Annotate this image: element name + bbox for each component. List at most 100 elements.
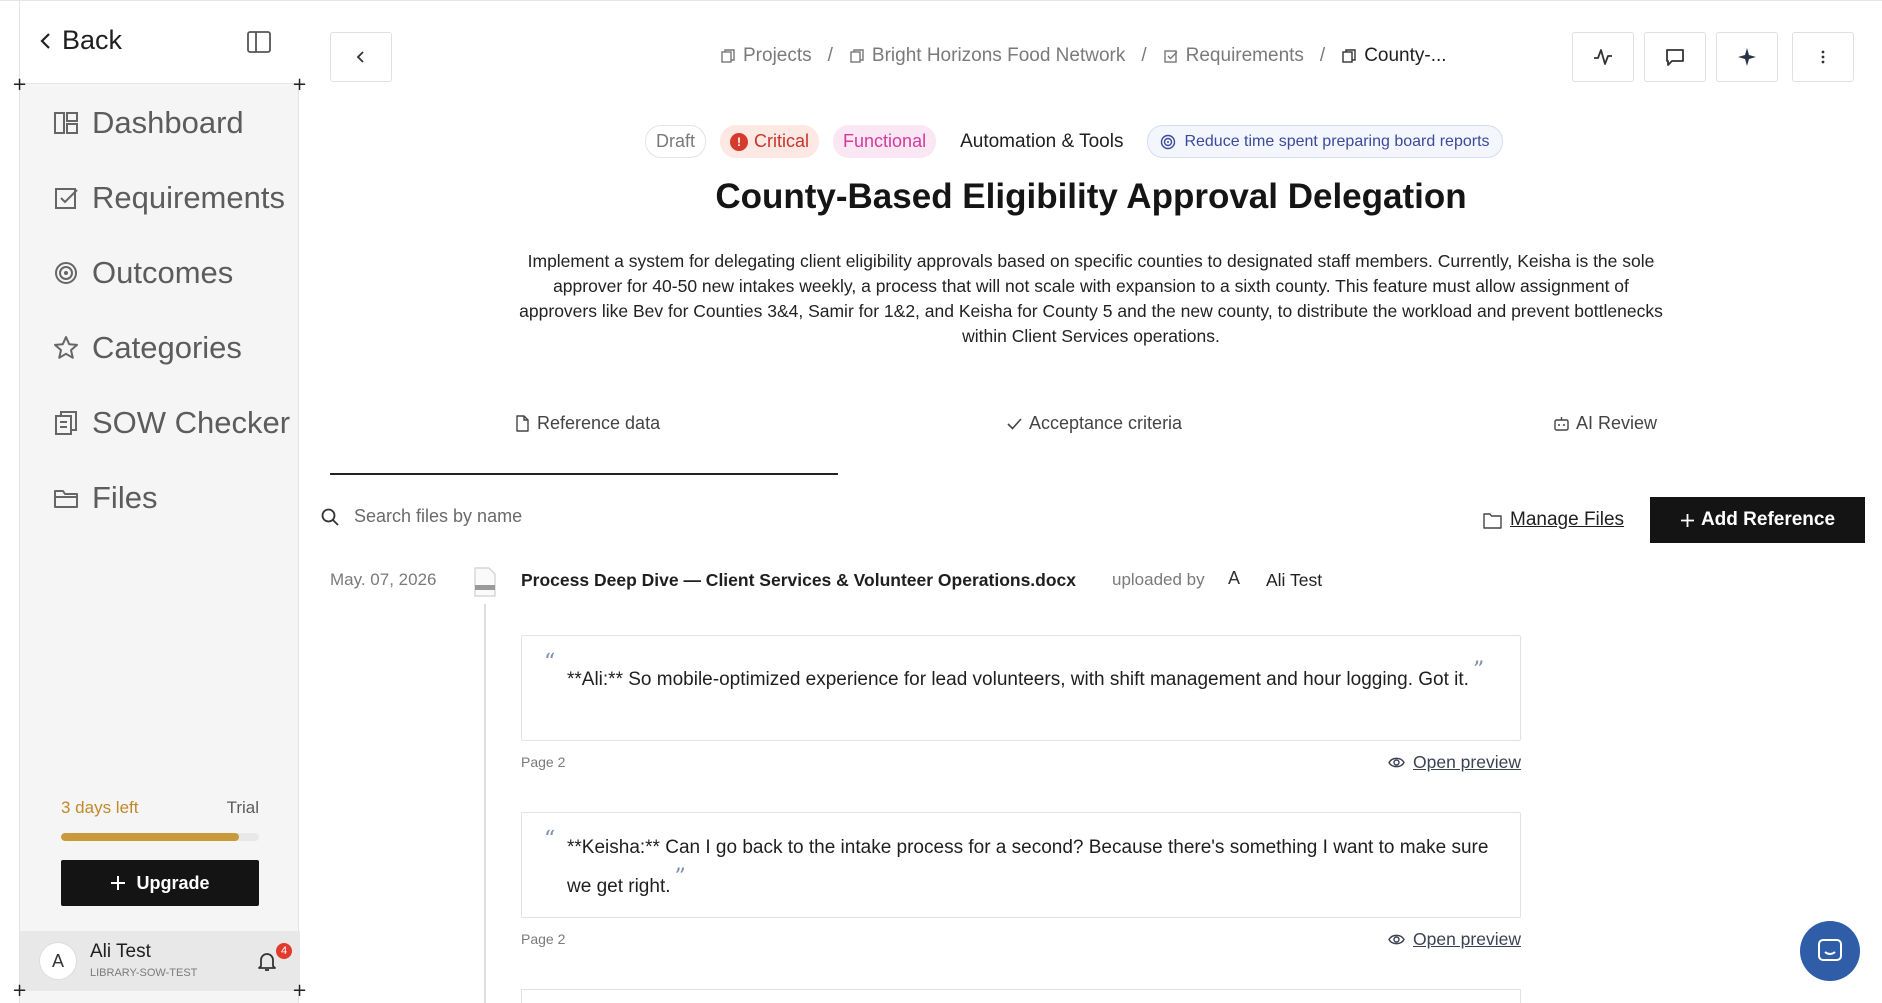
- document-icon: [1342, 49, 1356, 63]
- alert-icon: !: [730, 132, 749, 151]
- breadcrumb-separator: /: [1141, 45, 1147, 66]
- trial-days-left: 3 days left: [61, 798, 139, 817]
- sidebar-item-outcomes[interactable]: Outcomes: [20, 235, 300, 310]
- sidebar-item-label: Requirements: [92, 179, 285, 215]
- priority-badge[interactable]: ! Critical: [720, 125, 820, 158]
- search-input[interactable]: [354, 506, 854, 527]
- quote-open-icon: “: [544, 650, 556, 675]
- chat-launcher-button[interactable]: [1800, 921, 1860, 981]
- type-badge[interactable]: Functional: [833, 125, 937, 158]
- add-reference-label: Add Reference: [1700, 509, 1836, 530]
- sidebar-item-files[interactable]: Files: [20, 460, 300, 535]
- activity-button[interactable]: [1572, 32, 1634, 82]
- eye-icon: [1388, 934, 1405, 945]
- more-options-button[interactable]: [1792, 32, 1854, 82]
- quote-card[interactable]: “ **Ali:** So mobile-optimized experienc…: [521, 635, 1521, 741]
- corner-plus-icon: +: [12, 74, 28, 95]
- checklist-icon: [55, 187, 78, 209]
- tab-ai-review[interactable]: AI Review: [1553, 413, 1657, 434]
- previous-button[interactable]: [330, 32, 392, 82]
- file-name[interactable]: Process Deep Dive — Client Services & Vo…: [521, 570, 1076, 591]
- page-title: County-Based Eligibility Approval Delega…: [715, 177, 1467, 216]
- sidebar-toggle-icon[interactable]: [246, 29, 272, 55]
- sidebar-item-categories[interactable]: Categories: [20, 310, 300, 385]
- eye-icon: [1388, 757, 1405, 768]
- quote-text-content: **Keisha:** Can I go back to the intake …: [567, 837, 1489, 897]
- breadcrumb-projects[interactable]: Projects: [720, 45, 812, 67]
- tab-reference-data[interactable]: Reference data: [514, 413, 660, 434]
- quote-card[interactable]: “ **Keisha:** Can I go back to the intak…: [521, 812, 1521, 918]
- quote-open-icon: “: [544, 827, 556, 852]
- document-icon: [850, 49, 864, 63]
- star-icon: [54, 335, 78, 359]
- manage-files-link[interactable]: Manage Files: [1483, 509, 1624, 531]
- tab-label: Acceptance criteria: [1029, 413, 1183, 433]
- search-icon: [321, 508, 339, 526]
- plus-icon: [111, 876, 126, 890]
- upgrade-button[interactable]: Upgrade: [61, 860, 259, 906]
- user-card[interactable]: A Ali Test LIBRARY-SOW-TEST 4: [20, 931, 300, 991]
- checklist-icon: [1163, 50, 1178, 63]
- chevron-left-icon: [40, 32, 50, 49]
- open-preview-label: Open preview: [1413, 929, 1521, 949]
- category-badge[interactable]: Automation & Tools: [950, 125, 1133, 158]
- sidebar-item-sow-checker[interactable]: SOW Checker: [20, 385, 300, 460]
- breadcrumb-requirements[interactable]: Requirements: [1163, 45, 1304, 67]
- quote-text: **Keisha:** Can I go back to the intake …: [567, 833, 1497, 902]
- open-preview-link[interactable]: Open preview: [1388, 929, 1521, 950]
- ai-sparkle-button[interactable]: [1716, 32, 1778, 82]
- quote-card-partial: [521, 989, 1521, 1003]
- sidebar-item-label: Dashboard: [92, 104, 244, 140]
- upgrade-label: Upgrade: [136, 872, 210, 893]
- dashboard-icon: [54, 111, 78, 134]
- sidebar-item-requirements[interactable]: Requirements: [20, 160, 300, 235]
- outcome-badge[interactable]: Reduce time spent preparing board report…: [1147, 125, 1503, 158]
- timeline-line: [484, 604, 486, 1003]
- plus-icon: [1680, 513, 1694, 527]
- quote-page-label: Page 2: [521, 931, 566, 947]
- back-button[interactable]: Back: [36, 25, 122, 56]
- tab-acceptance-criteria[interactable]: Acceptance criteria: [1006, 413, 1182, 434]
- file-icon: [516, 415, 529, 432]
- back-label: Back: [62, 25, 123, 55]
- uploader-avatar: A: [1228, 568, 1241, 588]
- document-check-icon: [55, 410, 77, 435]
- breadcrumb-current: County-...: [1341, 45, 1447, 67]
- comments-button[interactable]: [1644, 32, 1706, 82]
- breadcrumb-label: Projects: [743, 45, 812, 66]
- folder-icon: [54, 489, 78, 508]
- check-icon: [1007, 418, 1022, 430]
- target-icon: [55, 261, 77, 284]
- robot-icon: [1554, 417, 1569, 431]
- breadcrumb-separator: /: [827, 45, 833, 66]
- chevron-left-icon: [356, 51, 364, 63]
- breadcrumb-separator: /: [1319, 45, 1326, 66]
- quote-text: **Ali:** So mobile-optimized experience …: [567, 656, 1497, 695]
- sidebar-item-label: Categories: [92, 329, 242, 365]
- trial-plan: Trial: [226, 798, 259, 817]
- tab-bar: Reference data Acceptance criteria AI Re…: [330, 401, 1850, 476]
- uploader-name: Ali Test: [1266, 570, 1323, 590]
- add-reference-button[interactable]: Add Reference: [1650, 497, 1865, 543]
- user-org: LIBRARY-SOW-TEST: [90, 967, 198, 979]
- sidebar-item-label: Files: [92, 479, 158, 515]
- breadcrumb-label: Bright Horizons Food Network: [871, 45, 1126, 66]
- sidebar-item-dashboard[interactable]: Dashboard: [20, 85, 300, 160]
- open-preview-link[interactable]: Open preview: [1388, 752, 1521, 773]
- breadcrumb-project[interactable]: Bright Horizons Food Network: [849, 45, 1125, 67]
- breadcrumb-label: County-...: [1364, 45, 1447, 66]
- comment-icon: [1666, 49, 1684, 66]
- manage-files-label: Manage Files: [1510, 509, 1625, 530]
- status-badge[interactable]: Draft: [645, 125, 707, 158]
- quote-page-label: Page 2: [521, 754, 566, 770]
- requirement-description: Implement a system for delegating client…: [519, 251, 1663, 346]
- notification-badge: 4: [276, 943, 292, 959]
- activity-icon: [1594, 49, 1612, 65]
- target-icon: [1161, 134, 1176, 149]
- sidebar-nav: Dashboard Requirements Outcomes Categori…: [20, 85, 300, 535]
- more-vertical-icon: [1821, 50, 1825, 64]
- trial-progress-bar: [61, 833, 259, 841]
- avatar: A: [39, 942, 77, 980]
- outcome-label: Reduce time spent preparing board report…: [1184, 132, 1490, 150]
- chat-icon: [1818, 939, 1842, 961]
